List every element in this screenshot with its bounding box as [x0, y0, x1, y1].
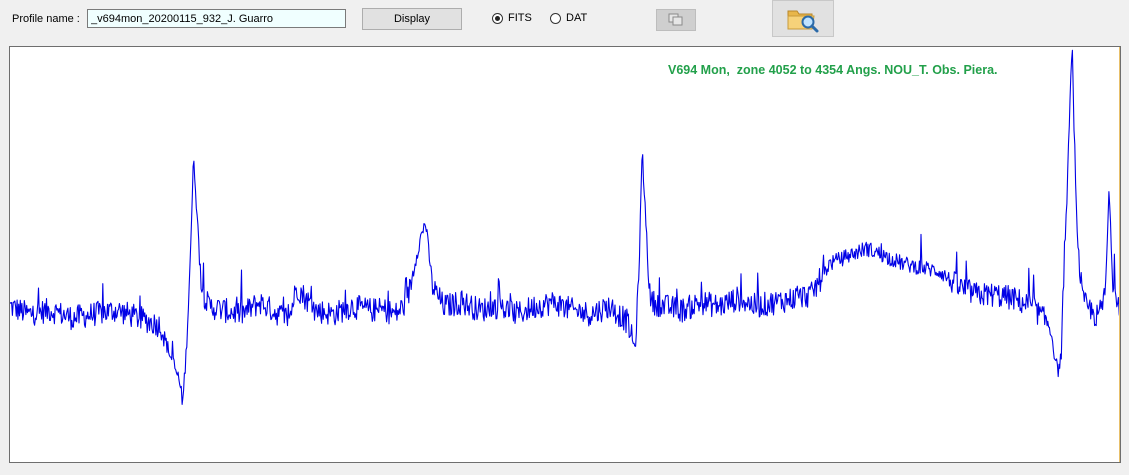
toolbar: Profile name : Display FITS DAT [0, 0, 1129, 44]
profile-name-input[interactable] [87, 9, 346, 28]
folder-search-icon [787, 10, 819, 32]
fits-radio-label: FITS [508, 12, 532, 24]
dat-radio[interactable]: DAT [550, 12, 587, 24]
fits-radio[interactable]: FITS [492, 12, 532, 24]
spectrum-line [10, 49, 1120, 405]
profile-name-label: Profile name : [12, 13, 80, 25]
spectrum-plot: V694 Mon, zone 4052 to 4354 Angs. NOU_T.… [9, 46, 1121, 463]
open-file-button[interactable] [772, 0, 834, 37]
copy-button[interactable] [656, 9, 696, 31]
copy-icon [668, 13, 683, 26]
dat-radio-dot[interactable] [550, 12, 561, 24]
plot-right-edge [1119, 47, 1120, 462]
spectrum-chart [10, 49, 1120, 405]
fits-radio-dot[interactable] [492, 12, 503, 24]
plot-title: V694 Mon, zone 4052 to 4354 Angs. NOU_T.… [668, 63, 998, 77]
dat-radio-label: DAT [566, 12, 588, 24]
display-button[interactable]: Display [362, 8, 462, 30]
